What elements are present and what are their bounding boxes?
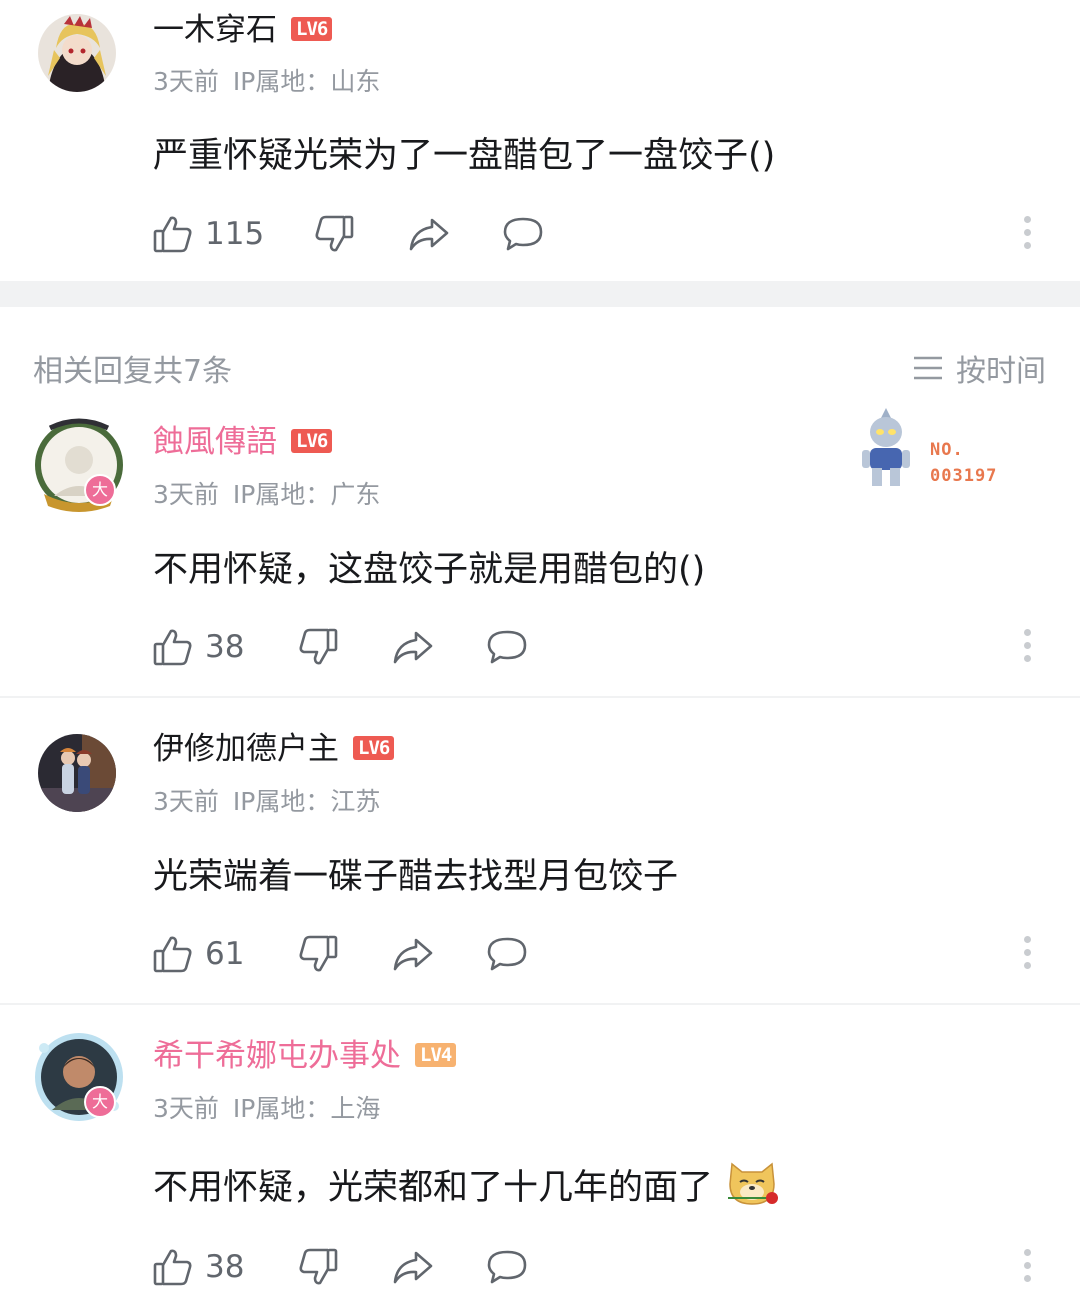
share-icon (394, 1251, 433, 1284)
level-badge: LV6 (291, 16, 333, 41)
ip-location: IP属地：江苏 (232, 787, 381, 816)
comment-text: 不用怀疑，光荣都和了十几年的面了 (153, 1168, 714, 1208)
like-button[interactable]: 61 (153, 934, 244, 974)
fan-number-label: NO. (930, 440, 964, 460)
dislike-button[interactable] (298, 934, 338, 974)
sort-button[interactable]: 按时间 (912, 346, 1046, 390)
ip-location: IP属地：广东 (232, 480, 381, 509)
share-icon (394, 938, 433, 971)
comment-actions: 61 (153, 932, 528, 976)
level-badge: LV4 (415, 1042, 457, 1067)
level-badge: LV6 (291, 428, 333, 453)
share-icon (409, 218, 449, 251)
dislike-button[interactable] (298, 627, 338, 667)
comment-meta: 3天前 IP属地：广东 (153, 480, 394, 510)
reply-button[interactable] (486, 934, 528, 974)
avatar[interactable]: 大 (30, 1028, 128, 1126)
username-text[interactable]: 一木穿石 (153, 12, 277, 48)
dislike-icon (299, 935, 338, 972)
vip-badge: 大 (84, 1086, 116, 1118)
comment-time: 3天前 (153, 67, 219, 96)
dislike-button[interactable] (314, 214, 354, 254)
dislike-icon (299, 1248, 338, 1285)
username-text[interactable]: 伊修加德户主 (153, 731, 339, 767)
reply-button[interactable] (486, 627, 528, 667)
share-button[interactable] (392, 627, 434, 667)
comment-content: 严重怀疑光荣为了一盘醋包了一盘饺子() (153, 136, 776, 176)
reply-button[interactable] (486, 1247, 528, 1287)
fan-number: 003197 (930, 466, 998, 486)
avatar[interactable] (38, 734, 116, 812)
like-icon (153, 216, 192, 253)
dislike-button[interactable] (298, 1247, 338, 1287)
comment-actions: 38 (153, 1245, 528, 1289)
dislike-icon (299, 628, 338, 665)
ip-location: IP属地：山东 (232, 67, 381, 96)
comment-content: 不用怀疑，这盘饺子就是用醋包的() (153, 550, 706, 590)
comment-time: 3天前 (153, 480, 219, 509)
comment-content: 不用怀疑，光荣都和了十几年的面了 (153, 1162, 780, 1210)
comment-meta: 3天前 IP属地：山东 (153, 67, 394, 97)
comment-actions: 38 (153, 625, 528, 669)
comment-meta: 3天前 IP属地：上海 (153, 1094, 394, 1124)
more-icon[interactable] (1022, 1249, 1032, 1289)
like-count: 115 (205, 216, 265, 252)
reply-icon (503, 217, 543, 251)
like-icon (153, 1249, 192, 1286)
sort-label: 按时间 (956, 354, 1046, 389)
like-button[interactable]: 38 (153, 627, 244, 667)
reply-icon (488, 1250, 527, 1284)
fan-medal: NO. 003197 (856, 404, 1026, 494)
reply-button[interactable] (502, 214, 544, 254)
fan-medal-mascot-icon (862, 408, 910, 486)
username[interactable]: 蝕風傳語 LV6 (153, 424, 333, 460)
like-button[interactable]: 115 (153, 214, 264, 254)
share-button[interactable] (392, 934, 434, 974)
username-text[interactable]: 蝕風傳語 (153, 424, 277, 460)
avatar[interactable]: 大 (30, 416, 128, 514)
share-icon (394, 631, 433, 664)
comment-time: 3天前 (153, 787, 219, 816)
more-icon[interactable] (1022, 629, 1032, 669)
emoji-doge-rose-icon (728, 1162, 779, 1205)
more-icon[interactable] (1022, 216, 1032, 256)
dislike-icon (315, 215, 354, 252)
sort-icon (914, 356, 942, 380)
username[interactable]: 伊修加德户主 LV6 (153, 731, 395, 767)
ip-location: IP属地：上海 (232, 1094, 381, 1123)
like-button[interactable]: 38 (153, 1247, 244, 1287)
more-icon[interactable] (1022, 936, 1032, 976)
like-count: 38 (205, 629, 245, 665)
like-count: 38 (205, 1249, 245, 1285)
username[interactable]: 希干希娜屯办事处 LV4 (153, 1038, 457, 1074)
comment-content: 光荣端着一碟子醋去找型月包饺子 (153, 857, 679, 897)
divider (0, 696, 1080, 698)
reply-count-label: 相关回复共7条 (33, 354, 233, 389)
vip-badge: 大 (84, 474, 116, 506)
like-icon (153, 629, 192, 666)
username[interactable]: 一木穿石 LV6 (153, 12, 333, 48)
comment-actions: 115 (153, 212, 544, 256)
share-button[interactable] (408, 214, 450, 254)
level-badge: LV6 (353, 735, 395, 760)
comment-meta: 3天前 IP属地：江苏 (153, 787, 394, 817)
reply-icon (488, 937, 527, 971)
reply-icon (488, 630, 527, 664)
share-button[interactable] (392, 1247, 434, 1287)
avatar[interactable] (38, 14, 116, 92)
like-count: 61 (205, 936, 245, 972)
like-icon (153, 936, 192, 973)
comment-time: 3天前 (153, 1094, 219, 1123)
divider (0, 1003, 1080, 1005)
section-divider (0, 281, 1080, 307)
username-text[interactable]: 希干希娜屯办事处 (153, 1038, 401, 1074)
